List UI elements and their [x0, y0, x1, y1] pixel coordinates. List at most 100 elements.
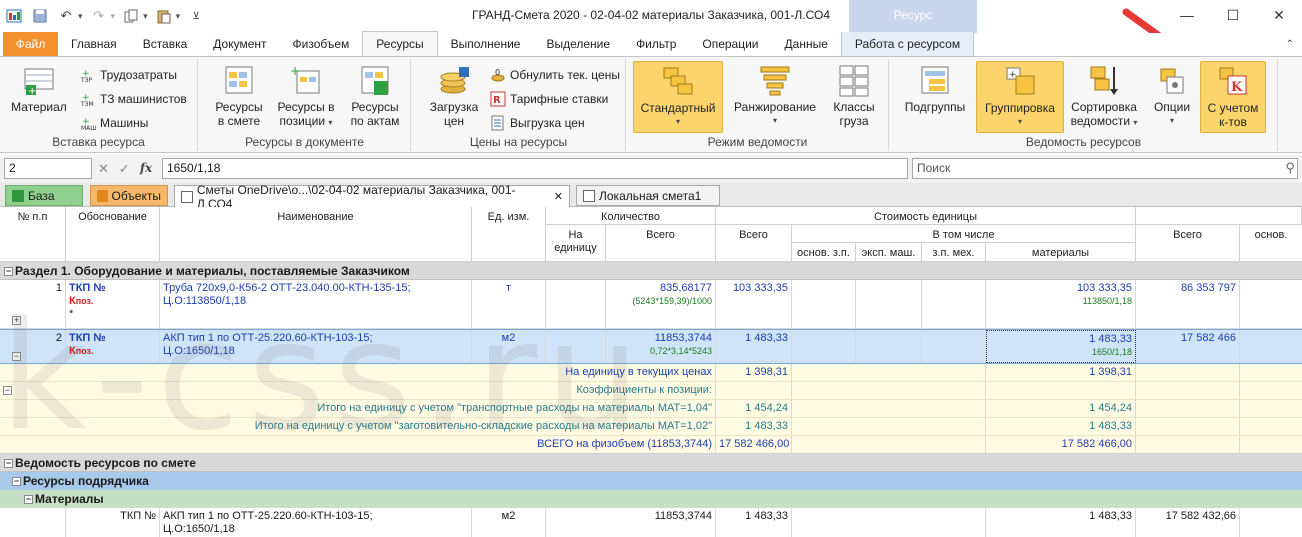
- header-unit[interactable]: Ед. изм.: [472, 207, 546, 262]
- search-input[interactable]: Поиск ⚲: [912, 158, 1298, 179]
- formula-input[interactable]: 1650/1,18: [162, 158, 908, 179]
- collapse-icon[interactable]: −: [24, 495, 33, 505]
- detail-row[interactable]: Итого на единицу с учетом "заготовительн…: [0, 418, 1302, 436]
- redo-icon[interactable]: ↷: [89, 6, 109, 26]
- collapse-icon[interactable]: −: [4, 459, 13, 469]
- options-button[interactable]: Опции ▾: [1146, 61, 1198, 128]
- reset-prices-button[interactable]: 0 Обнулить тек. цены: [490, 65, 620, 85]
- tab-file[interactable]: Файл: [3, 32, 58, 56]
- detail-row[interactable]: Итого на единицу с учетом "транспортные …: [0, 400, 1302, 418]
- tab-physvolume[interactable]: Физобъем: [280, 32, 363, 56]
- standard-mode-button[interactable]: Стандартный ▾: [633, 61, 723, 133]
- paste-icon[interactable]: [154, 6, 174, 26]
- collapse-icon[interactable]: −: [12, 351, 21, 361]
- close-icon[interactable]: ✕: [1256, 0, 1302, 30]
- header-cost-total[interactable]: Всего: [716, 225, 792, 262]
- header-total2[interactable]: Всего: [1136, 225, 1240, 262]
- cancel-icon[interactable]: ✕: [98, 161, 109, 177]
- header-quantity[interactable]: Количество: [546, 207, 716, 225]
- collapse-icon[interactable]: −: [4, 267, 13, 277]
- tab-objects[interactable]: Объекты: [90, 185, 168, 206]
- tab-resources[interactable]: Ресурсы: [362, 31, 438, 56]
- tab-home[interactable]: Главная: [58, 32, 130, 56]
- paste-dropdown-icon[interactable]: ▾: [176, 11, 181, 22]
- section-row[interactable]: − Раздел 1. Оборудование и материалы, пос…: [0, 262, 1302, 280]
- cargo-classes-button[interactable]: Классы груза: [825, 61, 883, 128]
- tab-operations[interactable]: Операции: [689, 32, 771, 56]
- header-per-unit[interactable]: На единицу: [546, 225, 606, 262]
- maximize-icon[interactable]: ☐: [1210, 0, 1256, 30]
- grouping-button[interactable]: + Группировка ▾: [976, 61, 1064, 133]
- save-icon[interactable]: [30, 6, 50, 26]
- customize-qat-icon[interactable]: ⊻: [186, 6, 206, 26]
- header-qty-total[interactable]: Всего: [606, 225, 716, 262]
- search-icon[interactable]: ⚲: [1285, 160, 1295, 176]
- table-row[interactable]: ТКП № АКП тип 1 по ОТТ-25.220.60-КТН-103…: [0, 508, 1302, 537]
- tab-data[interactable]: Данные: [772, 32, 841, 56]
- tab-base[interactable]: База: [5, 185, 83, 206]
- header-num[interactable]: № п.п: [0, 207, 66, 262]
- detail-row[interactable]: На единицу в текущих ценах 1 398,31 1 39…: [0, 364, 1302, 382]
- header-basis[interactable]: Обоснование: [66, 207, 160, 262]
- resources-in-estimate-button[interactable]: Ресурсы в смете: [207, 61, 271, 128]
- tz-machinists-button[interactable]: + ТЗМ ТЗ машинистов: [80, 89, 187, 109]
- tab-resource-work[interactable]: Работа с ресурсом: [840, 32, 975, 56]
- basis-code: ТКП №: [66, 508, 160, 537]
- undo-icon[interactable]: ↶: [56, 6, 76, 26]
- undo-dropdown-icon[interactable]: ▾: [78, 11, 83, 22]
- app-icon[interactable]: [4, 6, 24, 26]
- header-name[interactable]: Наименование: [160, 207, 472, 262]
- resources-by-acts-button[interactable]: Ресурсы по актам: [343, 61, 407, 128]
- confirm-icon[interactable]: ✓: [119, 161, 130, 177]
- expand-icon[interactable]: +: [12, 315, 21, 325]
- detail-row[interactable]: ВСЕГО на физобъем (11853,3744) 17 582 46…: [0, 436, 1302, 454]
- resources-in-position-button[interactable]: + Ресурсы в позиции ▾: [273, 61, 339, 130]
- material-button[interactable]: + Материал: [6, 61, 72, 114]
- tab-execution[interactable]: Выполнение: [438, 32, 534, 56]
- unit: т: [472, 280, 546, 328]
- export-prices-button[interactable]: Выгрузка цен: [490, 113, 585, 133]
- tariff-rates-button[interactable]: R Тарифные ставки: [490, 89, 608, 109]
- sort-statement-button[interactable]: Сортировка ведомости ▾: [1066, 61, 1142, 130]
- group-label: Режим ведомости: [707, 135, 808, 149]
- tab-document[interactable]: Документ: [200, 32, 279, 56]
- detail-row[interactable]: − Коэффициенты к позиции:: [0, 382, 1302, 400]
- subgroups-button[interactable]: Подгруппы: [896, 61, 974, 114]
- load-prices-button[interactable]: Загрузка цен: [422, 61, 486, 128]
- copy-dropdown-icon[interactable]: ▾: [143, 11, 148, 22]
- header-including[interactable]: В том числе: [792, 225, 1136, 243]
- active-cell[interactable]: 1 483,33 1650/1,18: [986, 330, 1136, 363]
- item-name: Труба 720х9,0-К56-2 ОТТ-23.040.00-КТН-13…: [163, 282, 411, 294]
- header-base-wage[interactable]: основ. з.п.: [792, 243, 856, 262]
- tab-local-estimate[interactable]: Локальная смета1: [576, 185, 720, 206]
- copy-icon[interactable]: [121, 6, 141, 26]
- table-row-selected[interactable]: 2 − ТКП № Кпоз. АКП тип 1 по ОТТ-25.220.…: [0, 329, 1302, 364]
- subsection-row[interactable]: − Ресурсы подрядчика: [0, 472, 1302, 490]
- cell-name-box[interactable]: 2: [4, 158, 92, 179]
- ranking-button[interactable]: Ранжирование ▾: [727, 61, 823, 128]
- header-unit-cost[interactable]: Стоимость единицы: [716, 207, 1136, 225]
- machines-button[interactable]: + МАШ Машины: [80, 113, 148, 133]
- header-mech-wage[interactable]: з.п. мех.: [922, 243, 986, 262]
- table-row[interactable]: 1 + ТКП № Кпоз. * Труба 720х9,0-К56-2 ОТ…: [0, 280, 1302, 329]
- header-machine-op[interactable]: эксп. маш.: [856, 243, 922, 262]
- redo-dropdown-icon[interactable]: ▾: [111, 11, 116, 22]
- function-icon[interactable]: fx: [140, 161, 152, 177]
- header-materials[interactable]: материалы: [986, 243, 1136, 262]
- labor-button[interactable]: + ТЗР Трудозатраты: [80, 65, 177, 85]
- with-coefficients-button[interactable]: K С учетом к-тов: [1200, 61, 1266, 133]
- section-row[interactable]: − Ведомость ресурсов по смете: [0, 454, 1302, 472]
- tab-insert[interactable]: Вставка: [130, 32, 201, 56]
- collapse-ribbon-icon[interactable]: ⌃: [1286, 39, 1294, 50]
- subsection-row[interactable]: − Материалы: [0, 490, 1302, 508]
- unit-cost: 1 483,33: [716, 330, 792, 363]
- close-tab-icon[interactable]: ✕: [554, 190, 563, 203]
- basis-code: ТКП №: [69, 282, 106, 294]
- minimize-icon[interactable]: —: [1164, 0, 1210, 30]
- header-base2[interactable]: основ.: [1240, 225, 1302, 262]
- tab-selection[interactable]: Выделение: [533, 32, 623, 56]
- collapse-icon[interactable]: −: [3, 385, 12, 395]
- tab-estimate-active[interactable]: Сметы OneDrive\о...\02-04-02 материалы З…: [174, 183, 570, 211]
- tab-filter[interactable]: Фильтр: [623, 32, 689, 56]
- collapse-icon[interactable]: −: [12, 477, 21, 487]
